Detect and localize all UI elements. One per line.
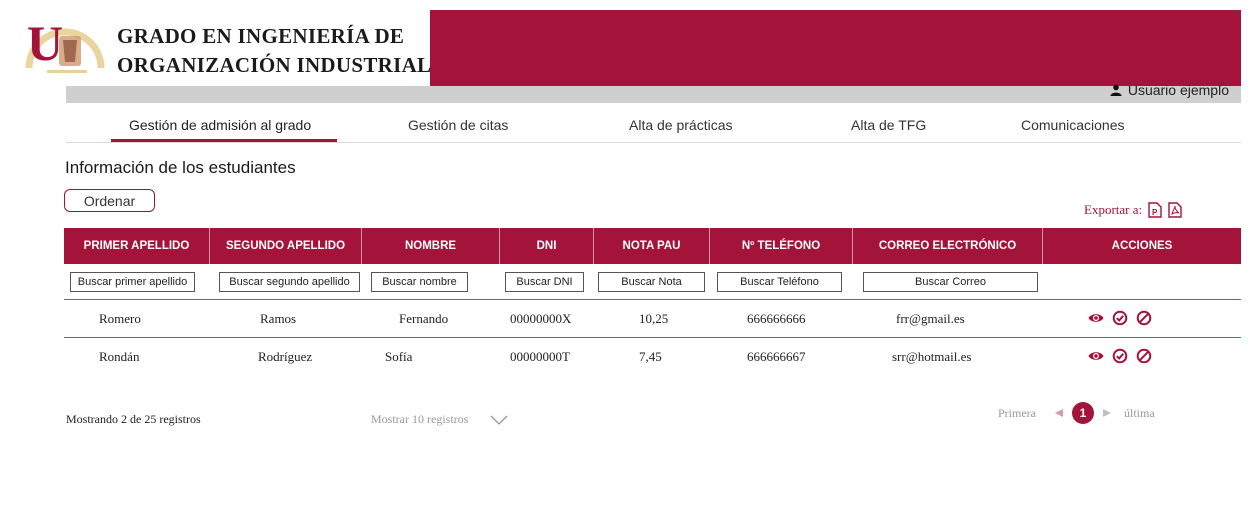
col-nota-pau[interactable]: NOTA PAU (594, 228, 710, 264)
reject-ban-icon[interactable] (1136, 310, 1152, 326)
col-telefono[interactable]: Nº TELÉFONO (710, 228, 853, 264)
user-name: Usuario ejemplo (1127, 82, 1229, 98)
cell-nombre: Sofía (385, 349, 413, 364)
reject-ban-icon[interactable] (1136, 348, 1152, 364)
gray-bar (66, 86, 1241, 103)
export-label: Exportar a: (1084, 202, 1143, 217)
cell-nota: 10,25 (639, 311, 669, 326)
filter-telefono-input[interactable]: Buscar Teléfono (717, 272, 842, 292)
filter-correo-input[interactable]: Buscar Correo (863, 272, 1038, 292)
col-primer-apellido[interactable]: PRIMER APELLIDO (64, 228, 210, 264)
first-page-link[interactable]: Primera (998, 406, 1036, 421)
user-icon (1110, 84, 1122, 96)
pagination: Primera 1 última (998, 402, 1155, 424)
nav-item-tfg[interactable]: Alta de TFG (851, 117, 926, 133)
filter-dni-input[interactable]: Buscar DNI (505, 272, 584, 292)
approve-check-icon[interactable] (1112, 310, 1128, 326)
filter-primer-apellido-input[interactable]: Buscar primer apellido (70, 272, 195, 292)
cell-correo: frr@gmail.es (896, 311, 965, 326)
row-actions (1088, 310, 1152, 326)
page-size-select[interactable]: Mostrar 10 registros (371, 412, 508, 427)
cell-primer-apellido: Romero (99, 311, 141, 326)
cell-dni: 00000000T (510, 349, 570, 364)
nav-item-practicas[interactable]: Alta de prácticas (629, 117, 733, 133)
user-menu[interactable]: Usuario ejemplo (1110, 82, 1229, 98)
cell-dni: 00000000X (510, 311, 572, 326)
next-page-icon[interactable] (1102, 408, 1112, 418)
filter-nota-input[interactable]: Buscar Nota (598, 272, 705, 292)
row-actions (1088, 348, 1152, 364)
cell-correo: srr@hotmail.es (892, 349, 972, 364)
view-eye-icon[interactable] (1088, 310, 1104, 326)
cell-nombre: Fernando (399, 311, 449, 326)
export-group: Exportar a: P (1084, 202, 1182, 218)
table-header: PRIMER APELLIDO SEGUNDO APELLIDO NOMBRE … (64, 228, 1241, 264)
col-nombre[interactable]: NOMBRE (362, 228, 500, 264)
table-row: Rondán Rodríguez Sofía 00000000T 7,45 66… (64, 338, 1241, 376)
university-logo: U (19, 10, 111, 82)
cell-segundo-apellido: Ramos (260, 311, 297, 326)
cell-telefono: 666666666 (747, 311, 806, 326)
records-count: Mostrando 2 de 25 registros (66, 412, 201, 426)
nav-item-admision[interactable]: Gestión de admisión al grado (129, 117, 311, 133)
logo-letter: U (27, 15, 63, 71)
section-title: Información de los estudiantes (65, 158, 296, 177)
cell-primer-apellido: Rondán (99, 349, 140, 364)
approve-check-icon[interactable] (1112, 348, 1128, 364)
last-page-link[interactable]: última (1124, 406, 1155, 421)
main-nav: Gestión de admisión al grado Gestión de … (66, 103, 1241, 143)
nav-item-citas[interactable]: Gestión de citas (408, 117, 508, 133)
col-correo[interactable]: CORREO ELECTRÓNICO (853, 228, 1043, 264)
export-ppt-icon[interactable]: P (1148, 202, 1162, 218)
cell-nota: 7,45 (639, 349, 662, 364)
active-tab-indicator (111, 139, 337, 142)
cell-telefono: 666666667 (747, 349, 806, 364)
table-row: Romero Ramos Fernando 00000000X 10,25 66… (64, 300, 1241, 338)
filter-row: Buscar primer apellido Buscar segundo ap… (64, 264, 1241, 300)
col-segundo-apellido[interactable]: SEGUNDO APELLIDO (210, 228, 362, 264)
site-title-line2: ORGANIZACIÓN INDUSTRIAL (117, 53, 432, 77)
students-table: PRIMER APELLIDO SEGUNDO APELLIDO NOMBRE … (64, 228, 1241, 376)
site-title: GRADO EN INGENIERÍA DE ORGANIZACIÓN INDU… (117, 22, 431, 80)
page-size-label: Mostrar 10 registros (371, 412, 469, 426)
chevron-down-icon (490, 415, 508, 425)
svg-text:P: P (1152, 208, 1158, 217)
col-acciones: ACCIONES (1043, 228, 1241, 264)
brand-band (430, 10, 1241, 86)
current-page-button[interactable]: 1 (1072, 402, 1094, 424)
view-eye-icon[interactable] (1088, 348, 1104, 364)
filter-segundo-apellido-input[interactable]: Buscar segundo apellido (219, 272, 360, 292)
col-dni[interactable]: DNI (500, 228, 594, 264)
export-pdf-icon[interactable] (1168, 202, 1182, 218)
prev-page-icon[interactable] (1054, 408, 1064, 418)
filter-nombre-input[interactable]: Buscar nombre (371, 272, 468, 292)
nav-item-comunicaciones[interactable]: Comunicaciones (1021, 117, 1125, 133)
cell-segundo-apellido: Rodríguez (258, 349, 313, 364)
sort-button[interactable]: Ordenar (64, 189, 155, 212)
site-title-line1: GRADO EN INGENIERÍA DE (117, 24, 405, 48)
header: U GRADO EN INGENIERÍA DE ORGANIZACIÓN IN… (0, 0, 1253, 86)
